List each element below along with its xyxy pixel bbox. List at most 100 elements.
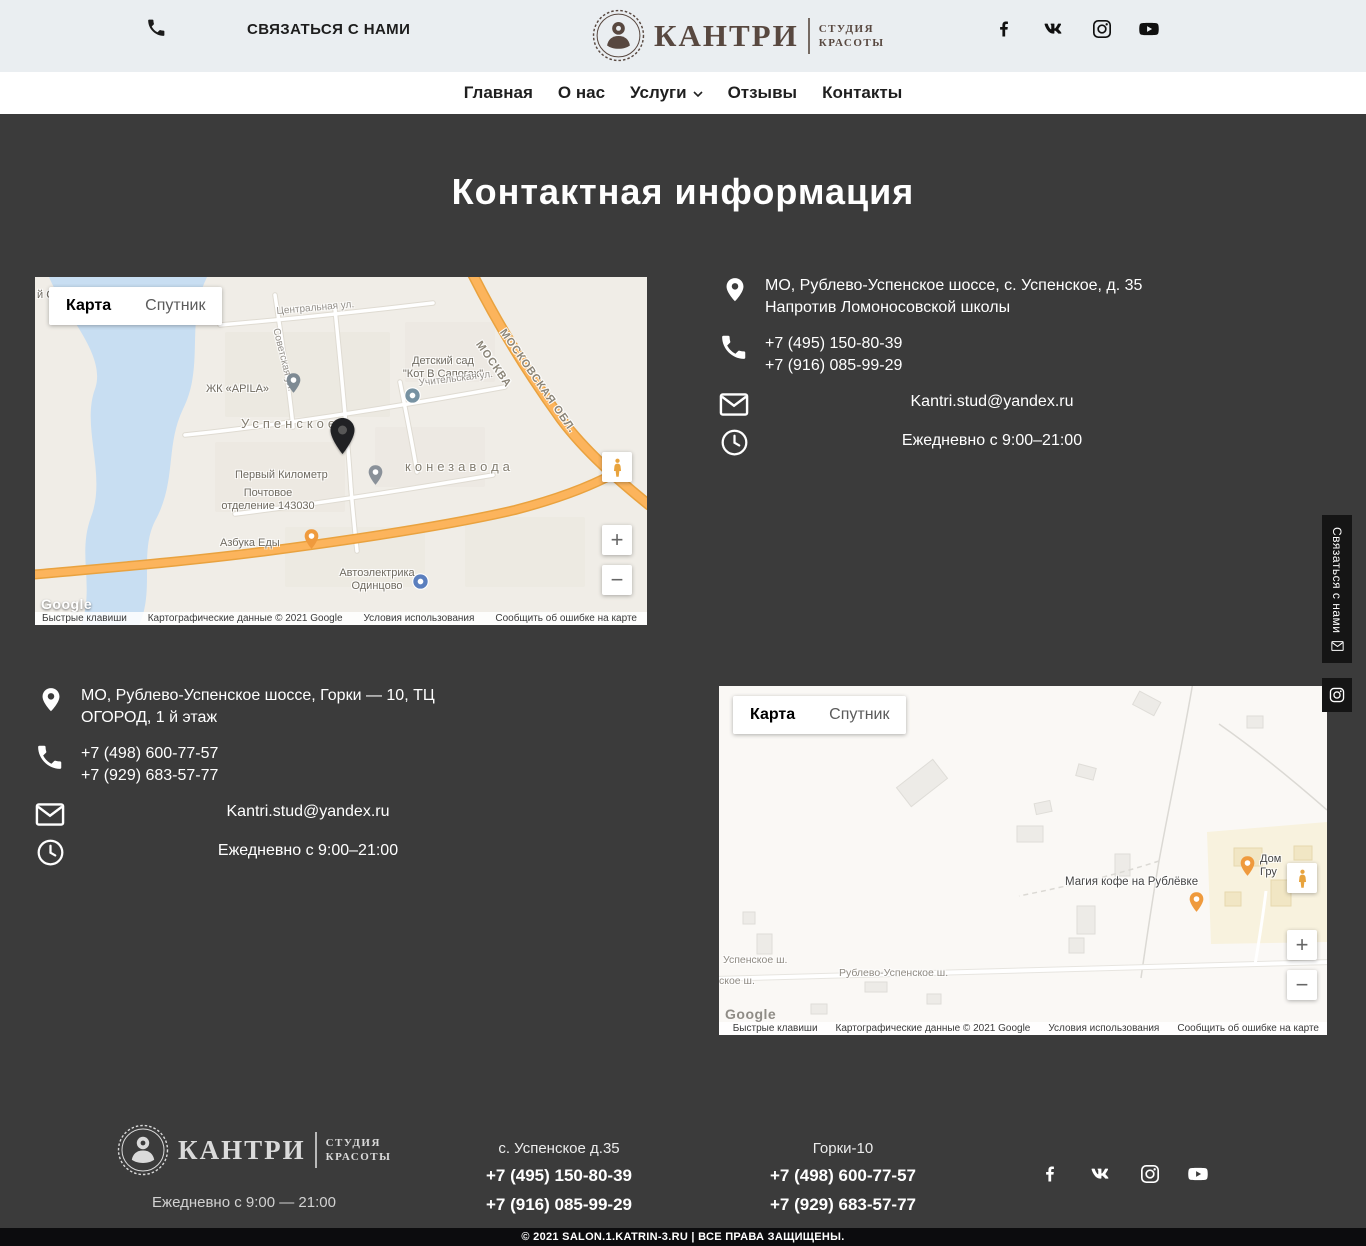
phones-row: +7 (498) 600-77-57 +7 (929) 683-57-77 (35, 742, 535, 787)
phone-number: +7 (498) 600-77-57 (81, 743, 535, 765)
nav-about[interactable]: О нас (558, 83, 605, 103)
map-label-town: Успенское (241, 417, 339, 430)
logo-tagline-2: КРАСОТЫ (819, 36, 885, 50)
attribution-terms[interactable]: Условия использования (363, 613, 474, 624)
email-text: Kantri.stud@yandex.ru (765, 390, 1219, 413)
nav-home[interactable]: Главная (464, 83, 533, 103)
map-attribution: Быстрые клавиши Картографические данные … (719, 1022, 1327, 1035)
map-label-poi: Магия кофе на Рублёвке (1065, 876, 1198, 889)
pegman-control[interactable] (1287, 863, 1317, 893)
map-label-poi: Почтовое отделение 143030 (193, 487, 343, 513)
phone-numbers: +7 (498) 600-77-57 +7 (929) 683-57-77 (81, 742, 535, 787)
map-attribution: Быстрые клавиши Картографические данные … (35, 612, 647, 625)
attribution-shortcuts[interactable]: Быстрые клавиши (42, 613, 127, 624)
instagram-icon[interactable] (1140, 1164, 1160, 1184)
satellite-view-button[interactable]: Спутник (128, 287, 222, 325)
address-row: МО, Рублево-Успенское шоссе, Горки — 10,… (35, 684, 535, 729)
map-gorki[interactable]: Магия кофе на Рублёвке Дом Гру Успенское… (719, 686, 1327, 1035)
header-social-links (994, 19, 1161, 39)
site-header: СВЯЗАТЬСЯ С НАМИ КАНТРИ СТУДИЯ КРАСОТЫ (0, 0, 1366, 72)
youtube-icon[interactable] (1186, 1164, 1210, 1184)
attribution-shortcuts[interactable]: Быстрые клавиши (733, 1023, 818, 1034)
map-poi-coffee[interactable] (1189, 892, 1204, 912)
map-label-street: Рублево-Успенское ш. (839, 967, 948, 980)
logo-name: КАНТРИ (654, 18, 799, 54)
attribution-data: Картографические данные © 2021 Google (148, 613, 343, 624)
contact-info-uspenskoye: МО, Рублево-Успенское шоссе, с. Успенско… (719, 274, 1219, 469)
map-type-toggle: Карта Спутник (733, 696, 906, 734)
contact-us-side-tab[interactable]: Связаться с нами (1322, 515, 1352, 663)
footer-phone: +7 (498) 600-77-57 (713, 1166, 973, 1186)
logo-tagline: СТУДИЯ КРАСОТЫ (819, 22, 885, 50)
email-icon (719, 390, 765, 416)
footer-location-gorki: Горки-10 +7 (498) 600-77-57 +7 (929) 683… (713, 1140, 973, 1215)
map-poi-auto[interactable] (412, 573, 429, 590)
instagram-side-button[interactable] (1322, 678, 1352, 712)
satellite-view-button[interactable]: Спутник (812, 696, 906, 734)
envelope-icon (1331, 641, 1344, 651)
footer-logo[interactable]: КАНТРИ СТУДИЯ КРАСОТЫ (117, 1124, 391, 1176)
logo-emblem-icon (117, 1124, 169, 1176)
page-title: Контактная информация (0, 171, 1366, 213)
map-poi-kindergarten[interactable] (404, 387, 421, 404)
clock-icon (35, 839, 81, 866)
location-pin-icon (35, 684, 81, 715)
zoom-in-button[interactable]: + (1287, 930, 1317, 960)
pegman-control[interactable] (602, 452, 632, 482)
email-row: Kantri.stud@yandex.ru (35, 800, 535, 826)
attribution-report[interactable]: Сообщить об ошибке на карте (495, 613, 637, 624)
address-text: МО, Рублево-Успенское шоссе, Горки — 10,… (81, 684, 535, 729)
phone-icon (719, 332, 765, 362)
footer-location-title: Горки-10 (713, 1140, 973, 1157)
youtube-icon[interactable] (1137, 19, 1161, 39)
map-view-button[interactable]: Карта (49, 287, 128, 325)
location-pin-icon (719, 274, 765, 305)
attribution-data: Картографические данные © 2021 Google (836, 1023, 1031, 1034)
map-poi-pin[interactable] (1240, 856, 1255, 876)
map-label-street: Успенское ш. (723, 954, 787, 967)
logo-tagline-1: СТУДИЯ (819, 22, 885, 36)
address-row: МО, Рублево-Успенское шоссе, с. Успенско… (719, 274, 1219, 319)
map-view-button[interactable]: Карта (733, 696, 812, 734)
map-poi-grocery[interactable] (304, 529, 319, 549)
zoom-out-button[interactable]: − (602, 565, 632, 595)
logo-emblem-icon (592, 9, 645, 62)
zoom-controls: + − (1287, 930, 1317, 1000)
facebook-icon[interactable] (994, 19, 1014, 39)
zoom-controls: + − (602, 525, 632, 595)
footer-phone: +7 (495) 150-80-39 (429, 1166, 689, 1186)
map-marker-salon[interactable] (329, 417, 356, 455)
facebook-icon[interactable] (1040, 1164, 1060, 1184)
site-logo[interactable]: КАНТРИ СТУДИЯ КРАСОТЫ (592, 9, 885, 62)
instagram-icon[interactable] (1092, 19, 1112, 39)
google-logo[interactable]: Google (41, 596, 92, 612)
email-row: Kantri.stud@yandex.ru (719, 390, 1219, 416)
map-uspenskoye[interactable]: й Салъ Центральная ул. Советская ул. МОС… (35, 277, 647, 625)
attribution-terms[interactable]: Условия использования (1048, 1023, 1159, 1034)
vk-icon[interactable] (1086, 1164, 1114, 1184)
attribution-report[interactable]: Сообщить об ошибке на карте (1177, 1023, 1319, 1034)
nav-contacts[interactable]: Контакты (822, 83, 902, 103)
chevron-down-icon (693, 91, 703, 98)
map-label-street: ское ш. (719, 975, 755, 988)
phone-number: +7 (929) 683-57-77 (81, 765, 535, 787)
nav-services-label: Услуги (630, 83, 687, 103)
map-poi-pin[interactable] (286, 373, 301, 393)
map-poi-pin[interactable] (368, 465, 383, 485)
site-footer: КАНТРИ СТУДИЯ КРАСОТЫ Ежедневно с 9:00 —… (0, 1120, 1366, 1228)
clock-icon (719, 429, 765, 456)
side-tab-label: Связаться с нами (1330, 527, 1344, 633)
logo-tagline: СТУДИЯ КРАСОТЫ (326, 1136, 392, 1164)
vk-icon[interactable] (1039, 19, 1067, 39)
hours-text: Ежедневно с 9:00–21:00 (765, 429, 1219, 452)
logo-tagline-2: КРАСОТЫ (326, 1150, 392, 1164)
contact-us-link[interactable]: СВЯЗАТЬСЯ С НАМИ (247, 21, 410, 38)
nav-services[interactable]: Услуги (630, 83, 703, 103)
email-icon (35, 800, 81, 826)
google-logo[interactable]: Google (725, 1006, 776, 1022)
map-canvas (719, 686, 1327, 1035)
phones-row: +7 (495) 150-80-39 +7 (916) 085-99-29 (719, 332, 1219, 377)
nav-reviews[interactable]: Отзывы (728, 83, 798, 103)
zoom-out-button[interactable]: − (1287, 970, 1317, 1000)
zoom-in-button[interactable]: + (602, 525, 632, 555)
